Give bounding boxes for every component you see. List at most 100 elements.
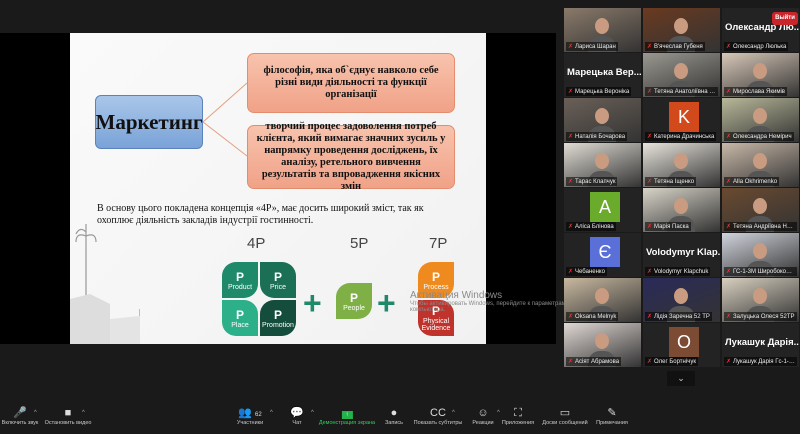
participant-tile[interactable]: O ✗ Олег Бортнічук bbox=[643, 323, 720, 367]
participant-tile[interactable]: Volodymyr Klap... ✗ Volodymyr Klapchuk bbox=[643, 233, 720, 277]
participant-tile[interactable]: A ✗ Аліса Блінова bbox=[564, 188, 641, 232]
whiteboards-button[interactable]: ▭ Доски сообщений bbox=[542, 406, 587, 426]
participant-tile[interactable]: ✗ ГС-1-3М Широбокова А... bbox=[722, 233, 799, 277]
reactions-button[interactable]: ☺ Реакции bbox=[472, 406, 493, 426]
participant-name-label: ✗ Аліса Блінова bbox=[566, 222, 616, 231]
captions-button[interactable]: CC Показать субтитры bbox=[414, 406, 463, 426]
participants-options-caret[interactable]: ^ bbox=[270, 410, 273, 416]
unmute-options-caret[interactable]: ^ bbox=[34, 410, 37, 416]
muted-mic-icon: ✗ bbox=[647, 224, 653, 230]
record-label: Запись bbox=[384, 420, 404, 426]
leaf-place: P Place bbox=[222, 300, 258, 336]
muted-mic-icon: ✗ bbox=[568, 179, 574, 185]
participants-button[interactable]: 👥 62 Участники bbox=[237, 406, 263, 426]
participant-tile[interactable]: ✗ Лариса Шаран bbox=[564, 8, 641, 52]
plus-sign: + bbox=[303, 285, 322, 321]
participant-tile[interactable]: ✗ Мирослава Якимів bbox=[722, 53, 799, 97]
participant-name-label: ✗ Олег Бортнічук bbox=[645, 357, 698, 366]
person-head bbox=[674, 198, 688, 214]
participant-tile[interactable]: ✗Тетяна Анатоліївна Силь... bbox=[643, 53, 720, 97]
participant-name: Лариса Шаран bbox=[575, 44, 616, 50]
participant-name: Volodymyr Klapchuk bbox=[654, 269, 709, 275]
person-head bbox=[753, 243, 767, 259]
participant-tile[interactable]: ✗ Alla Okhrimenko bbox=[722, 143, 799, 187]
whiteboards-label: Доски сообщений bbox=[542, 420, 588, 426]
muted-mic-icon: ✗ bbox=[726, 314, 732, 320]
chat-options-caret[interactable]: ^ bbox=[311, 410, 314, 416]
participant-name: Олександр Люлька bbox=[733, 44, 787, 50]
muted-mic-icon: ✗ bbox=[726, 269, 732, 275]
participant-tile[interactable]: ✗ В'ячеслав Губеня bbox=[643, 8, 720, 52]
participant-tile[interactable]: ✗ Тарас Клапчук bbox=[564, 143, 641, 187]
apps-button[interactable]: ⛶ Приложения bbox=[502, 406, 534, 426]
participant-tile[interactable]: ✗ Асіят Абрамова bbox=[564, 323, 641, 367]
participant-name: Тарас Клапчук bbox=[575, 179, 616, 185]
participant-display-name: Лукашук Дарія... bbox=[725, 337, 799, 348]
participant-name: Катерина Драчинська bbox=[654, 134, 715, 140]
leaf-people: P People bbox=[336, 283, 372, 319]
muted-mic-icon: ✗ bbox=[647, 314, 653, 320]
muted-mic-icon: ✗ bbox=[647, 134, 653, 140]
avatar: O bbox=[669, 327, 699, 357]
stop-video-label: Остановить видео bbox=[44, 420, 92, 426]
participant-name: Марецька Вероніка bbox=[575, 89, 630, 95]
participant-name-label: ✗ Наталія Бочарова bbox=[566, 132, 628, 141]
stop-video-options-caret[interactable]: ^ bbox=[82, 410, 85, 416]
leave-button[interactable]: Выйти bbox=[772, 12, 798, 25]
participant-name: Тетяна Андріївна На... bbox=[733, 224, 796, 230]
top-bar bbox=[0, 0, 560, 33]
captions-options-caret[interactable]: ^ bbox=[452, 410, 455, 416]
participant-tile[interactable]: ✗ Лідія Заречна 52 ТР bbox=[643, 278, 720, 322]
person-head bbox=[595, 288, 609, 304]
participant-tile[interactable]: K ✗ Катерина Драчинська bbox=[643, 98, 720, 142]
apps-label: Приложения bbox=[501, 420, 535, 426]
person-head bbox=[674, 288, 688, 304]
chat-button[interactable]: 💬 Чат bbox=[290, 406, 304, 426]
participant-tile[interactable]: ✗ Тетяна Іщенко bbox=[643, 143, 720, 187]
share-screen-button[interactable]: ↑ Демонстрация экрана bbox=[319, 406, 375, 426]
participant-tile[interactable]: Є ✗ Чебаненко bbox=[564, 233, 641, 277]
participant-tile[interactable]: ✗ Наталія Бочарова bbox=[564, 98, 641, 142]
marketing-box: Маркетинг bbox=[95, 95, 203, 149]
person-head bbox=[595, 18, 609, 34]
reactions-options-caret[interactable]: ^ bbox=[497, 410, 500, 416]
participant-tile[interactable]: ✗ Марія Паска bbox=[643, 188, 720, 232]
person-head bbox=[674, 63, 688, 79]
participant-name: Oksana Melnyk bbox=[575, 314, 617, 320]
participant-name-label: ✗ Залуцька Олеся 52ТР bbox=[724, 312, 797, 321]
participant-tile[interactable]: ✗ Oksana Melnyk bbox=[564, 278, 641, 322]
participant-name-label: ✗ Тарас Клапчук bbox=[566, 177, 618, 186]
participant-tile[interactable]: Марецька Вер... ✗ Марецька Вероніка bbox=[564, 53, 641, 97]
participant-name-label: ✗Тетяна Анатоліївна Силь... bbox=[645, 87, 718, 96]
muted-mic-icon: ✗ bbox=[568, 314, 574, 320]
participant-tile[interactable]: ✗ Залуцька Олеся 52ТР bbox=[722, 278, 799, 322]
participant-tile[interactable]: ✗ Олександра Немірич bbox=[722, 98, 799, 142]
participant-name: В'ячеслав Губеня bbox=[654, 44, 703, 50]
leaf-product: P Product bbox=[222, 262, 258, 298]
person-head bbox=[753, 108, 767, 124]
participant-name: Олег Бортнічук bbox=[654, 359, 696, 365]
participant-name-label: ✗ Олександр Люлька bbox=[724, 42, 789, 51]
participant-tile[interactable]: ✗ Тетяна Андріївна На... bbox=[722, 188, 799, 232]
gallery-next-page-button[interactable]: ⌄ bbox=[667, 371, 695, 386]
stop-video-button[interactable]: ■ Остановить видео bbox=[45, 406, 92, 426]
avatar: Є bbox=[590, 237, 620, 267]
notes-button[interactable]: ✎ Примечания bbox=[596, 406, 628, 426]
participant-name-label: ✗ Марія Паска bbox=[645, 222, 691, 231]
muted-mic-icon: ✗ bbox=[647, 269, 653, 275]
participant-display-name: Volodymyr Klap... bbox=[646, 247, 720, 258]
participants-label: Участники bbox=[236, 420, 264, 426]
participant-name-label: ✗ Alla Okhrimenko bbox=[724, 177, 780, 186]
unmute-button[interactable]: 🎤 Включить звук bbox=[2, 406, 39, 426]
definition-box-1: філософія, яка об`єднує навколо себе різ… bbox=[247, 53, 455, 113]
label-7p: 7P bbox=[429, 235, 448, 252]
person-head bbox=[595, 108, 609, 124]
shared-screen: Маркетинг філософія, яка об`єднує навкол… bbox=[0, 33, 566, 344]
record-button[interactable]: ● Запись bbox=[385, 406, 403, 426]
share-screen-label: Демонстрация экрана bbox=[318, 420, 376, 426]
chat-icon: 💬 bbox=[290, 407, 304, 419]
record-icon: ● bbox=[390, 407, 398, 419]
participant-tile[interactable]: Лукашук Дарія... ✗ Лукашук Дарія Гс-1-9а bbox=[722, 323, 799, 367]
person-head bbox=[753, 153, 767, 169]
participant-name-label: ✗ Лукашук Дарія Гс-1-9а bbox=[724, 357, 797, 366]
